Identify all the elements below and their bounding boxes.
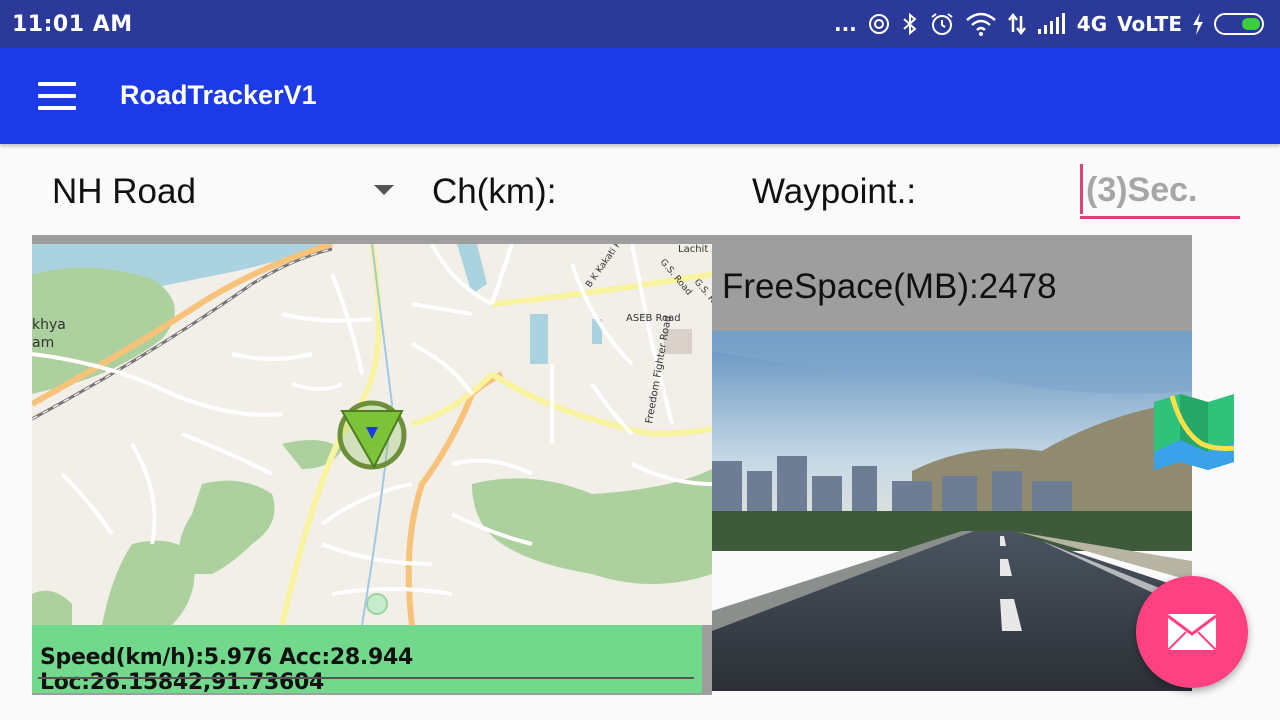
hotspot-icon [868,14,889,34]
status-time: 11:01 AM [12,12,133,37]
app-title: RoadTrackerV1 [120,80,317,110]
signal-icon [1037,13,1065,34]
map-toggle-icon[interactable] [1152,392,1236,472]
road-type-value: NH Road [52,172,196,211]
telemetry-underline [38,677,694,679]
road-type-dropdown[interactable]: NH Road [52,164,400,220]
network-type: 4G [1076,12,1108,36]
app-bar: RoadTrackerV1 [0,48,1280,144]
camera-preview[interactable] [712,331,1192,691]
menu-icon[interactable] [38,82,76,110]
map-label: am [32,335,54,351]
interval-input[interactable]: (3)Sec. [1080,164,1240,219]
map-label: khya [32,317,66,333]
status-bar: 11:01 AM ... 4G VoLTE [0,0,1280,48]
email-icon [1167,614,1217,651]
camera-preview-image [712,331,1192,691]
location-marker-icon [337,400,407,470]
data-transfer-icon [1007,12,1026,36]
map-label: Lachit N [678,244,712,255]
telemetry-bar: Speed(km/h):5.976 Acc:28.944 Loc:26.1584… [32,625,702,695]
bluetooth-icon [903,12,917,36]
wifi-icon [965,12,996,36]
volte-label: VoLTE [1117,12,1182,36]
free-space-text: FreeSpace(MB):2478 [722,267,1057,306]
dropdown-arrow-icon [374,185,394,195]
waypoint-label: Waypoint.: [752,172,917,211]
telemetry-text: Speed(km/h):5.976 Acc:28.944 Loc:26.1584… [40,645,413,695]
map-panel: khya am Lachit N B K Kakati R G.S. Road … [32,235,712,695]
free-space-panel: FreeSpace(MB):2478 [712,235,1192,331]
chainage-label: Ch(km): [432,172,557,211]
more-notifications: ... [833,12,857,36]
alarm-icon [931,13,953,35]
send-email-button[interactable] [1136,576,1248,688]
text-cursor [1080,164,1083,214]
charging-icon [1193,13,1203,35]
status-icons: ... 4G VoLTE [834,8,1268,40]
interval-placeholder: (3)Sec. [1086,171,1198,209]
map-view[interactable]: khya am Lachit N B K Kakati R G.S. Road … [32,244,712,625]
battery-icon [1214,13,1264,35]
